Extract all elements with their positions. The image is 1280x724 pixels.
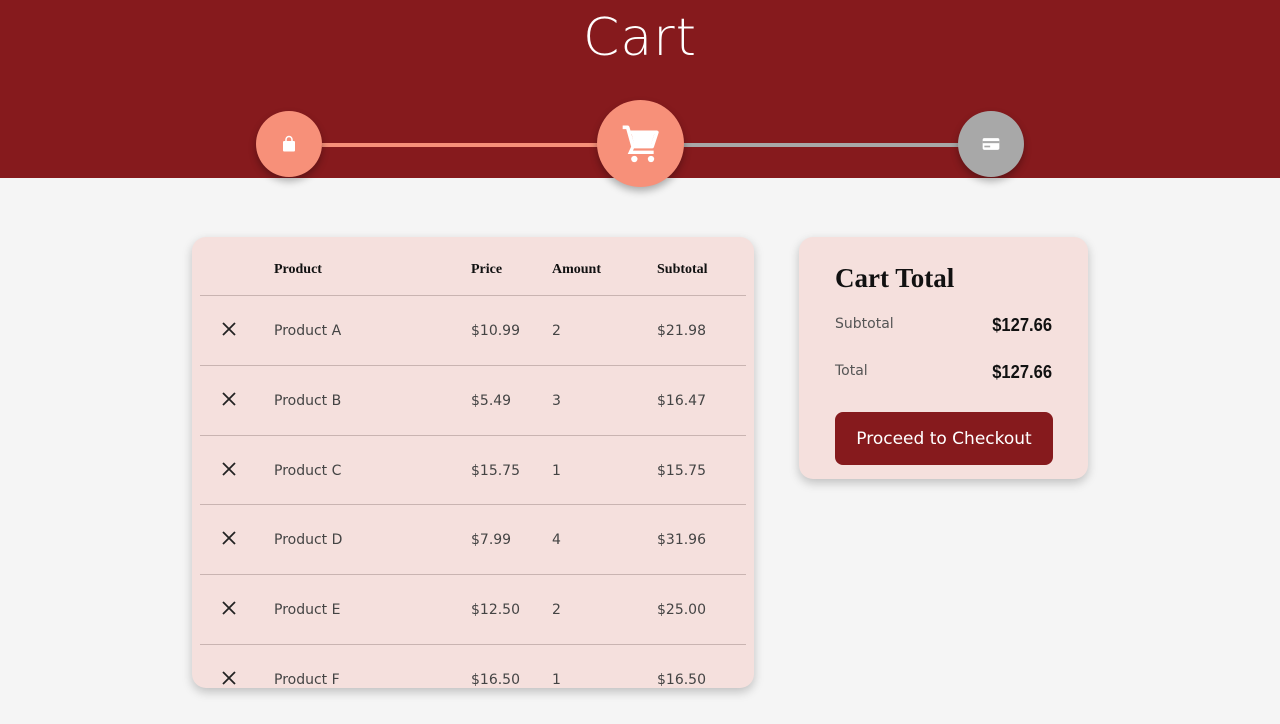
total-value: $127.66 — [992, 362, 1052, 382]
shopping-cart-icon — [622, 125, 659, 162]
product-price: $7.99 — [471, 532, 512, 548]
table-row: Product D $7.99 4 $31.96 — [192, 505, 754, 575]
page-title: Cart — [583, 8, 697, 68]
product-name: Product C — [274, 463, 342, 479]
step-cart[interactable] — [597, 100, 684, 187]
product-price: $12.50 — [471, 602, 520, 618]
step-shop[interactable] — [256, 111, 322, 177]
product-name: Product F — [274, 672, 340, 688]
step-payment[interactable] — [958, 111, 1024, 177]
product-subtotal: $31.96 — [657, 532, 706, 548]
column-header-price: Price — [471, 262, 503, 277]
table-header: Product Price Amount Subtotal — [192, 237, 754, 295]
remove-item-icon[interactable] — [220, 599, 238, 617]
page-header: Cart — [0, 0, 1280, 187]
product-amount[interactable]: 2 — [552, 602, 561, 618]
credit-card-icon — [982, 138, 1000, 150]
column-header-product: Product — [274, 262, 322, 277]
progress-line-completed — [322, 143, 598, 147]
product-amount[interactable]: 1 — [552, 463, 561, 479]
product-price: $5.49 — [471, 393, 512, 409]
product-subtotal: $16.47 — [657, 393, 706, 409]
product-amount[interactable]: 4 — [552, 532, 561, 548]
progress-line-pending — [683, 143, 959, 147]
product-price: $16.50 — [471, 672, 520, 688]
column-header-amount: Amount — [552, 262, 602, 277]
product-name: Product E — [274, 602, 341, 618]
remove-item-icon[interactable] — [220, 669, 238, 687]
cart-total-panel: Cart Total Subtotal $127.66 Total $127.6… — [799, 237, 1088, 479]
remove-item-icon[interactable] — [220, 529, 238, 547]
remove-item-icon[interactable] — [220, 390, 238, 408]
remove-item-icon[interactable] — [220, 460, 238, 478]
product-subtotal: $16.50 — [657, 672, 706, 688]
table-row: Product B $5.49 3 $16.47 — [192, 366, 754, 436]
remove-item-icon[interactable] — [220, 320, 238, 338]
product-name: Product D — [274, 532, 343, 548]
product-name: Product A — [274, 323, 342, 339]
product-amount[interactable]: 3 — [552, 393, 561, 409]
table-row: Product C $15.75 1 $15.75 — [192, 436, 754, 506]
total-label: Total — [835, 363, 868, 379]
subtotal-label: Subtotal — [835, 316, 894, 332]
product-amount[interactable]: 2 — [552, 323, 561, 339]
cart-items-table: Product Price Amount Subtotal Product A … — [192, 237, 754, 688]
product-subtotal: $25.00 — [657, 602, 706, 618]
shopping-bag-icon — [283, 135, 295, 152]
product-name: Product B — [274, 393, 342, 409]
cart-total-title: Cart Total — [835, 263, 955, 293]
subtotal-value: $127.66 — [992, 315, 1052, 335]
column-header-subtotal: Subtotal — [657, 262, 708, 277]
table-row: Product F $16.50 1 $16.50 — [192, 645, 754, 688]
proceed-to-checkout-button[interactable]: Proceed to Checkout — [835, 412, 1053, 465]
product-amount[interactable]: 1 — [552, 672, 561, 688]
product-price: $15.75 — [471, 463, 520, 479]
table-row: Product E $12.50 2 $25.00 — [192, 575, 754, 645]
product-subtotal: $15.75 — [657, 463, 706, 479]
table-row: Product A $10.99 2 $21.98 — [192, 296, 754, 366]
product-price: $10.99 — [471, 323, 520, 339]
product-subtotal: $21.98 — [657, 323, 706, 339]
